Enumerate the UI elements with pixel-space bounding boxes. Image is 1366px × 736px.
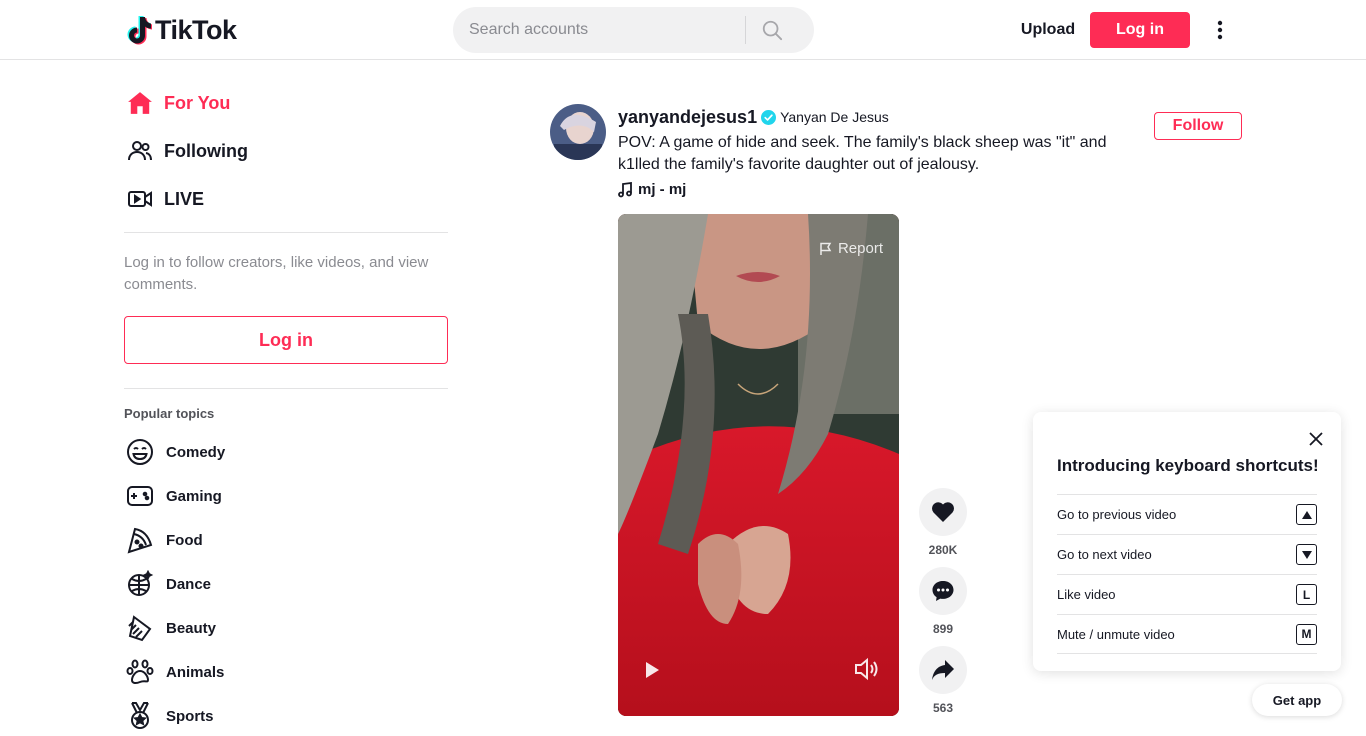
topic-label: Dance [166, 575, 212, 593]
nav-label: Following [164, 140, 248, 161]
volume-icon[interactable] [853, 656, 879, 682]
share-action[interactable]: 563 [919, 646, 967, 715]
disco-ball-icon [124, 568, 156, 600]
topic-food[interactable]: Food [124, 520, 203, 560]
arrow-down-key-icon [1296, 544, 1317, 565]
video-frame [618, 214, 899, 716]
nav-label: For You [164, 92, 231, 113]
topic-label: Food [166, 531, 203, 549]
topic-sports[interactable]: Sports [124, 696, 214, 736]
author-username[interactable]: yanyandejesus1 [618, 107, 757, 128]
arrow-up-key-icon [1296, 504, 1317, 525]
shortcut-key: M [1296, 623, 1317, 645]
pizza-icon [124, 524, 156, 556]
keyboard-shortcuts-popup: Introducing keyboard shortcuts! Go to pr… [1033, 412, 1341, 671]
shortcut-row: Go to next video [1057, 534, 1317, 574]
music-note-icon [618, 181, 632, 197]
more-menu-button[interactable] [1206, 14, 1234, 46]
follow-button[interactable]: Follow [1154, 112, 1242, 140]
like-count: 280K [928, 543, 958, 557]
report-button[interactable]: Report [819, 240, 883, 257]
shortcut-row: Like video L [1057, 574, 1317, 614]
topic-comedy[interactable]: Comedy [124, 432, 225, 472]
shortcut-key: L [1296, 584, 1317, 605]
play-icon[interactable] [642, 660, 662, 680]
flag-icon [820, 242, 832, 255]
music-title: mj - mj [638, 181, 687, 198]
author-nickname[interactable]: Yanyan De Jesus [780, 109, 889, 125]
music-link[interactable]: mj - mj [618, 181, 686, 198]
heart-icon [932, 502, 954, 522]
report-label: Report [837, 240, 883, 257]
post-description: POV: A game of hide and seek. The family… [618, 134, 1107, 173]
more-vertical-icon [1217, 20, 1223, 40]
shortcut-label: Mute / unmute video [1057, 626, 1175, 642]
gamepad-icon [124, 480, 156, 512]
shortcut-label: Go to previous video [1057, 507, 1177, 522]
nav-following[interactable]: Following [124, 131, 248, 171]
sidebar-divider [124, 388, 448, 389]
sidebar: For You Following LIVE Log in to follow … [124, 60, 448, 729]
comb-icon [124, 612, 156, 644]
comment-icon [932, 581, 954, 601]
header-login-button[interactable]: Log in [1090, 12, 1190, 48]
topic-animals[interactable]: Animals [124, 652, 224, 692]
shortcut-label: Like video [1057, 587, 1116, 602]
sidebar-divider [124, 232, 448, 233]
comment-count: 899 [932, 622, 954, 636]
comment-button[interactable] [919, 567, 967, 615]
top-header: TikTok Upload Log in [0, 0, 1366, 60]
nav-for-you[interactable]: For You [124, 83, 230, 123]
nav-label: LIVE [164, 188, 205, 209]
share-count: 563 [932, 701, 954, 715]
video-player[interactable]: Report [618, 214, 899, 716]
like-button[interactable] [919, 488, 967, 536]
tiktok-logo-icon [127, 16, 152, 45]
sidebar-login-button[interactable]: Log in [124, 316, 448, 364]
like-action[interactable]: 280K [919, 488, 967, 557]
get-app-button[interactable]: Get app [1252, 684, 1342, 716]
popup-title: Introducing keyboard shortcuts! [1057, 456, 1319, 475]
close-icon [1309, 432, 1323, 446]
shortcut-row: Mute / unmute video M [1057, 614, 1317, 654]
search-input[interactable] [453, 7, 745, 53]
author-info: yanyandejesus1 Yanyan De Jesus [618, 106, 889, 128]
home-icon [124, 87, 156, 119]
comment-action[interactable]: 899 [919, 567, 967, 636]
share-button[interactable] [919, 646, 967, 694]
author-avatar[interactable] [550, 104, 606, 160]
topic-label: Animals [166, 663, 225, 681]
live-icon [124, 183, 156, 215]
topic-label: Sports [166, 707, 214, 725]
logo-text: TikTok [155, 14, 237, 45]
popular-topics-title: Popular topics [124, 406, 215, 421]
smile-icon [124, 436, 156, 468]
topic-dance[interactable]: Dance [124, 564, 211, 604]
paw-icon [124, 656, 156, 688]
search-bar [453, 7, 814, 53]
login-prompt-text: Log in to follow creators, like videos, … [124, 254, 429, 293]
search-button[interactable] [746, 7, 798, 53]
nav-live[interactable]: LIVE [124, 179, 204, 219]
share-icon [932, 660, 954, 680]
topic-label: Gaming [166, 487, 222, 505]
upload-button[interactable]: Upload [1006, 12, 1090, 48]
close-popup-button[interactable] [1305, 428, 1327, 450]
topic-gaming[interactable]: Gaming [124, 476, 222, 516]
medal-icon [124, 700, 156, 732]
people-icon [124, 135, 156, 167]
topic-label: Beauty [166, 619, 217, 637]
shortcut-label: Go to next video [1057, 547, 1152, 562]
shortcut-row: Go to previous video [1057, 494, 1317, 534]
topic-beauty[interactable]: Beauty [124, 608, 216, 648]
search-icon [762, 20, 783, 41]
verified-badge-icon [761, 109, 777, 125]
topic-label: Comedy [166, 443, 226, 461]
tiktok-logo[interactable]: TikTok [126, 14, 237, 46]
